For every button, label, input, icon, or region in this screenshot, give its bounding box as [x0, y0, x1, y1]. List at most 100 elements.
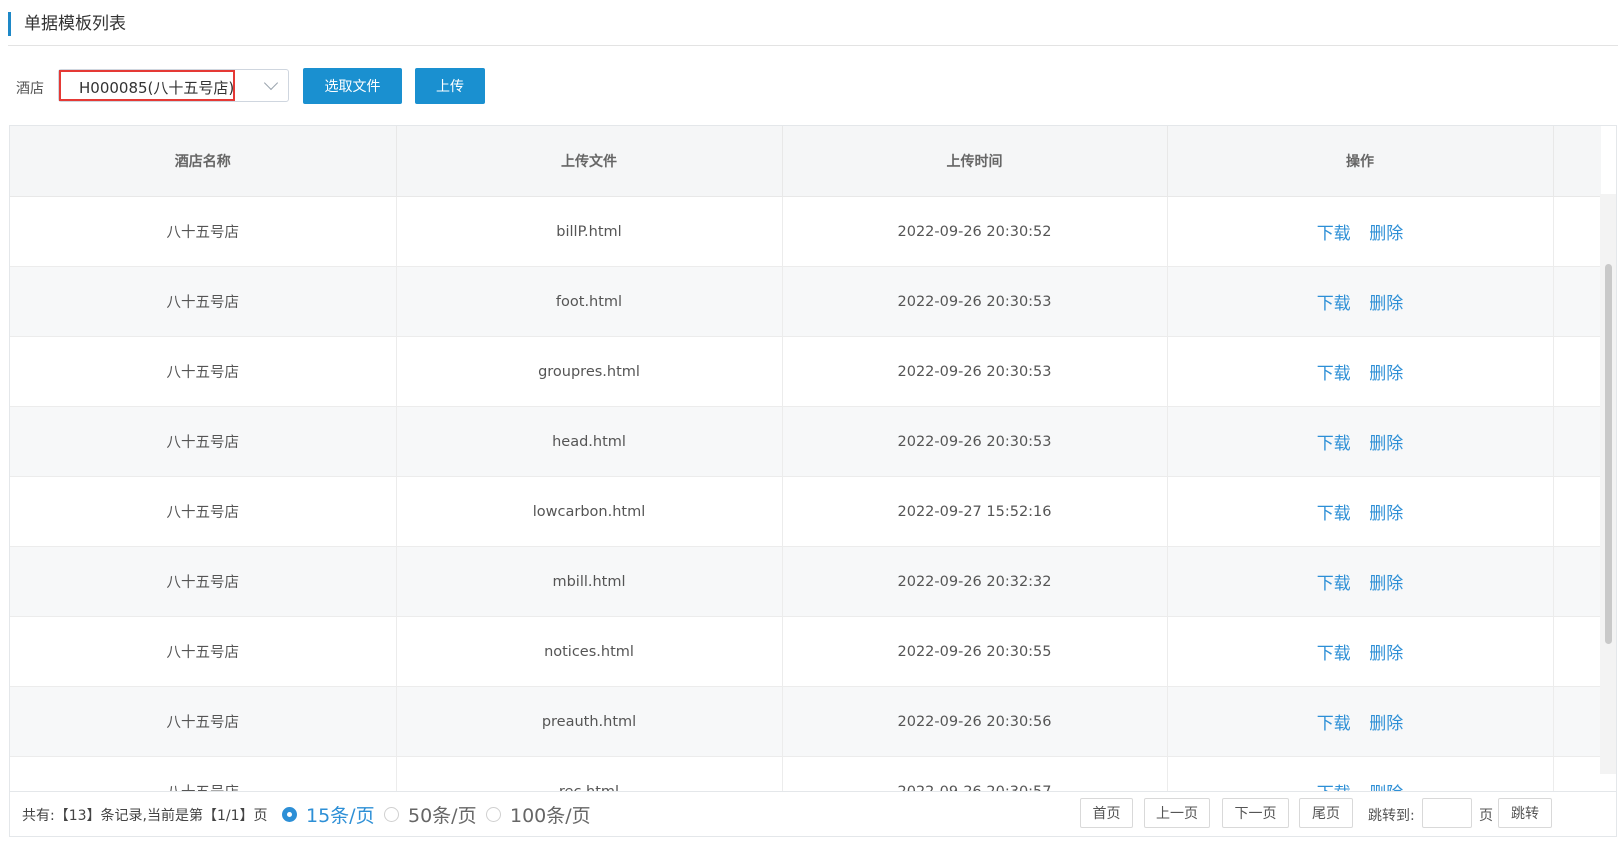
pagination-bar: 共有:【13】条记录,当前是第【1/1】页 15条/页 50条/页 100条/页… — [10, 791, 1616, 836]
hotel-select[interactable]: H000085(八十五号店) — [58, 69, 289, 102]
hotel-label: 酒店 — [16, 81, 44, 97]
upload-time-cell: 2022-09-26 20:30:53 — [782, 266, 1168, 337]
actions-cell: 下载 删除 — [1167, 266, 1554, 337]
file-name-cell: foot.html — [396, 266, 783, 337]
spacer-cell — [1553, 616, 1601, 687]
table-scrollbar[interactable] — [1600, 194, 1616, 774]
page-size-option-15[interactable]: 15条/页 — [282, 801, 375, 828]
spacer-cell — [1553, 196, 1601, 267]
page-title: 单据模板列表 — [24, 14, 126, 34]
file-name-cell: mbill.html — [396, 546, 783, 617]
table-row: 八十五号店 preauth.html 2022-09-26 20:30:56 下… — [10, 686, 1601, 757]
download-link[interactable]: 下载 — [1317, 434, 1351, 454]
page-unit-label: 页 — [1479, 808, 1493, 824]
hotel-name-cell: 八十五号店 — [10, 196, 397, 267]
page-size-option-50[interactable]: 50条/页 — [384, 801, 477, 828]
column-header-actions: 操作 — [1167, 126, 1554, 197]
spacer-cell — [1553, 686, 1601, 757]
scrollbar-thumb[interactable] — [1605, 264, 1612, 644]
hotel-name-cell: 八十五号店 — [10, 336, 397, 407]
upload-time-cell: 2022-09-27 15:52:16 — [782, 476, 1168, 547]
record-count-info: 共有:【13】条记录,当前是第【1/1】页 — [22, 808, 268, 824]
actions-cell: 下载 删除 — [1167, 546, 1554, 617]
download-link[interactable]: 下载 — [1317, 714, 1351, 734]
file-name-cell: preauth.html — [396, 686, 783, 757]
delete-link[interactable]: 删除 — [1369, 644, 1403, 664]
table-row: 八十五号店 mbill.html 2022-09-26 20:32:32 下载 … — [10, 546, 1601, 617]
download-link[interactable]: 下载 — [1317, 644, 1351, 664]
download-link[interactable]: 下载 — [1317, 224, 1351, 244]
delete-link[interactable]: 删除 — [1369, 434, 1403, 454]
prev-page-button[interactable]: 上一页 — [1144, 798, 1210, 828]
upload-time-cell: 2022-09-26 20:30:53 — [782, 406, 1168, 477]
actions-cell: 下载 删除 — [1167, 406, 1554, 477]
actions-cell: 下载 删除 — [1167, 616, 1554, 687]
delete-link[interactable]: 删除 — [1369, 574, 1403, 594]
file-name-cell: head.html — [396, 406, 783, 477]
spacer-cell — [1553, 476, 1601, 547]
table-row: 八十五号店 lowcarbon.html 2022-09-27 15:52:16… — [10, 476, 1601, 547]
column-header-spacer — [1553, 126, 1601, 197]
spacer-cell — [1553, 336, 1601, 407]
delete-link[interactable]: 删除 — [1369, 364, 1403, 384]
file-name-cell: notices.html — [396, 616, 783, 687]
download-link[interactable]: 下载 — [1317, 364, 1351, 384]
hotel-name-cell: 八十五号店 — [10, 546, 397, 617]
chevron-down-icon[interactable] — [263, 75, 279, 91]
page-size-option-100[interactable]: 100条/页 — [486, 801, 591, 828]
file-name-cell: groupres.html — [396, 336, 783, 407]
delete-link[interactable]: 删除 — [1369, 714, 1403, 734]
table-row: 八十五号店 notices.html 2022-09-26 20:30:55 下… — [10, 616, 1601, 687]
column-header-time: 上传时间 — [782, 126, 1168, 197]
upload-time-cell: 2022-09-26 20:30:55 — [782, 616, 1168, 687]
radio-unchecked-icon[interactable] — [384, 807, 399, 822]
page-header: 单据模板列表 — [8, 10, 1618, 46]
file-name-cell: lowcarbon.html — [396, 476, 783, 547]
upload-button[interactable]: 上传 — [415, 68, 485, 104]
download-link[interactable]: 下载 — [1317, 574, 1351, 594]
actions-cell: 下载 删除 — [1167, 476, 1554, 547]
last-page-button[interactable]: 尾页 — [1299, 798, 1353, 828]
hotel-name-cell: 八十五号店 — [10, 406, 397, 477]
jump-button[interactable]: 跳转 — [1498, 798, 1552, 828]
hotel-name-cell: 八十五号店 — [10, 476, 397, 547]
spacer-cell — [1553, 406, 1601, 477]
column-header-file: 上传文件 — [396, 126, 783, 197]
hotel-name-cell: 八十五号店 — [10, 266, 397, 337]
delete-link[interactable]: 删除 — [1369, 224, 1403, 244]
delete-link[interactable]: 删除 — [1369, 504, 1403, 524]
upload-time-cell: 2022-09-26 20:30:53 — [782, 336, 1168, 407]
actions-cell: 下载 删除 — [1167, 686, 1554, 757]
radio-checked-icon[interactable] — [282, 807, 297, 822]
column-header-hotel: 酒店名称 — [10, 126, 397, 197]
page-size-label: 15条/页 — [306, 805, 375, 827]
table-row: 八十五号店 groupres.html 2022-09-26 20:30:53 … — [10, 336, 1601, 407]
hotel-name-cell: 八十五号店 — [10, 616, 397, 687]
radio-unchecked-icon[interactable] — [486, 807, 501, 822]
download-link[interactable]: 下载 — [1317, 504, 1351, 524]
hotel-name-cell: 八十五号店 — [10, 686, 397, 757]
template-table: 酒店名称 上传文件 上传时间 操作 八十五号店 billP.html 2022-… — [9, 125, 1617, 837]
jump-to-label: 跳转到: — [1368, 808, 1415, 824]
hotel-select-value: H000085(八十五号店) — [79, 79, 235, 97]
jump-page-input[interactable] — [1422, 798, 1472, 828]
table-row: 八十五号店 head.html 2022-09-26 20:30:53 下载 删… — [10, 406, 1601, 477]
spacer-cell — [1553, 266, 1601, 337]
table-header-row: 酒店名称 上传文件 上传时间 操作 — [10, 126, 1601, 197]
toolbar: 酒店 H000085(八十五号店) 选取文件 上传 — [0, 68, 1622, 108]
upload-time-cell: 2022-09-26 20:32:32 — [782, 546, 1168, 617]
download-link[interactable]: 下载 — [1317, 294, 1351, 314]
actions-cell: 下载 删除 — [1167, 196, 1554, 267]
table-row: 八十五号店 billP.html 2022-09-26 20:30:52 下载 … — [10, 196, 1601, 267]
delete-link[interactable]: 删除 — [1369, 294, 1403, 314]
choose-file-button[interactable]: 选取文件 — [303, 68, 402, 104]
page-size-label: 100条/页 — [510, 805, 591, 827]
actions-cell: 下载 删除 — [1167, 336, 1554, 407]
next-page-button[interactable]: 下一页 — [1222, 798, 1289, 828]
upload-time-cell: 2022-09-26 20:30:56 — [782, 686, 1168, 757]
title-accent-bar — [8, 12, 11, 36]
spacer-cell — [1553, 546, 1601, 617]
first-page-button[interactable]: 首页 — [1080, 798, 1133, 828]
upload-time-cell: 2022-09-26 20:30:52 — [782, 196, 1168, 267]
table-row: 八十五号店 foot.html 2022-09-26 20:30:53 下载 删… — [10, 266, 1601, 337]
